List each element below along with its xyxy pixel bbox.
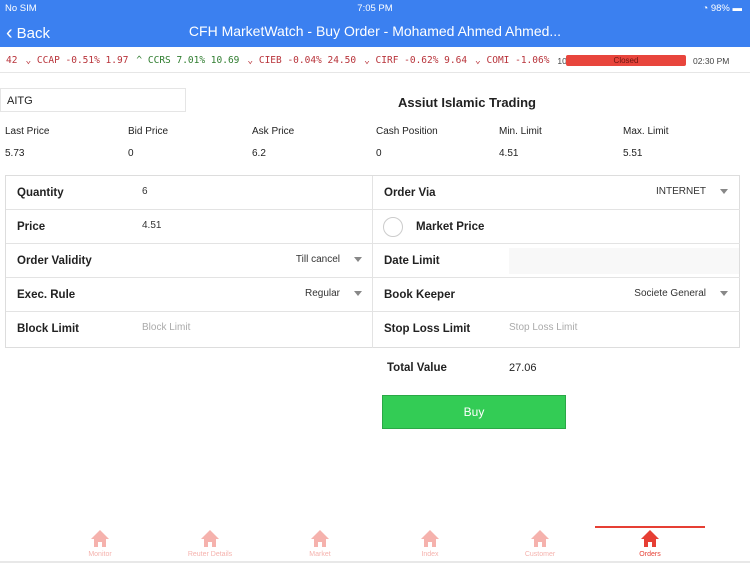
total-value-label: Total Value xyxy=(387,362,447,374)
info-label: Min. Limit xyxy=(499,126,542,137)
tab-reuter-details[interactable]: Reuter Details xyxy=(155,530,265,558)
dropdown-arrow-icon xyxy=(720,291,728,296)
price-row[interactable]: Price 4.51 xyxy=(6,210,372,244)
home-icon xyxy=(641,530,659,547)
info-label: Ask Price xyxy=(252,126,295,137)
stop-loss-row[interactable]: Stop Loss Limit Stop Loss Limit xyxy=(373,312,740,346)
dropdown-arrow-icon xyxy=(720,189,728,194)
battery: ◔ 98% ▬ xyxy=(702,3,742,14)
info-label: Cash Position xyxy=(376,126,438,137)
stop-loss-input[interactable]: Stop Loss Limit xyxy=(509,322,577,333)
tab-monitor[interactable]: Monitor xyxy=(45,530,155,558)
active-tab-indicator xyxy=(595,526,705,528)
symbol-input[interactable]: AITG xyxy=(0,88,186,112)
price-input[interactable]: 4.51 xyxy=(142,220,161,231)
ticker-item: ⌄ CIEB -0.04% 24.50 xyxy=(247,55,357,66)
order-form: Quantity 6 Price 4.51 Order Validity Til… xyxy=(5,175,740,348)
tab-index[interactable]: Index xyxy=(375,530,485,558)
divider xyxy=(0,72,750,73)
home-icon xyxy=(421,530,439,547)
order-via-select[interactable]: Order Via INTERNET xyxy=(373,176,740,210)
ticker: 42 ⌄ CCAP -0.51% 1.97 ^ CCRS 7.01% 10.69… xyxy=(6,55,593,66)
info-value: 5.73 xyxy=(5,148,25,159)
info-value: 0 xyxy=(376,148,382,159)
ticker-item: ⌄ COMI -1.06% xyxy=(475,55,550,66)
company-name: Assiut Islamic Trading xyxy=(398,95,536,110)
info-value: 4.51 xyxy=(499,148,519,159)
ticker-item: ⌄ CCAP -0.51% 1.97 xyxy=(25,55,129,66)
home-icon xyxy=(201,530,219,547)
info-value: 6.2 xyxy=(252,148,266,159)
dropdown-arrow-icon xyxy=(354,257,362,262)
block-limit-input[interactable]: Block Limit xyxy=(142,322,190,333)
market-status: Closed xyxy=(566,55,686,66)
ticker-item: 42 xyxy=(6,55,18,66)
tab-customer[interactable]: Customer xyxy=(485,530,595,558)
date-limit-row[interactable]: Date Limit xyxy=(373,244,740,278)
page-title: CFH MarketWatch - Buy Order - Mohamed Ah… xyxy=(188,23,562,39)
tab-market[interactable]: Market xyxy=(265,530,375,558)
ticker-item: ⌄ CIRF -0.62% 9.64 xyxy=(364,55,468,66)
block-limit-row[interactable]: Block Limit Block Limit xyxy=(6,312,372,346)
info-value: 5.51 xyxy=(623,148,643,159)
info-label: Bid Price xyxy=(128,126,169,137)
date-limit-input[interactable] xyxy=(509,248,739,274)
market-price-row[interactable]: Market Price xyxy=(373,210,740,244)
header: No SIM 7:05 PM ◔ 98% ▬ ‹ Back CFH MarketW… xyxy=(0,0,750,47)
close-time: 02:30 PM xyxy=(693,56,730,66)
info-label: Last Price xyxy=(5,126,50,137)
info-value: 0 xyxy=(128,148,134,159)
quantity-input[interactable]: 6 xyxy=(142,186,148,197)
exec-rule-select[interactable]: Exec. Rule Regular xyxy=(6,278,372,312)
tab-orders[interactable]: Orders xyxy=(595,530,705,558)
book-keeper-select[interactable]: Book Keeper Societe General xyxy=(373,278,740,312)
home-icon xyxy=(91,530,109,547)
home-icon xyxy=(311,530,329,547)
ticker-item: ^ CCRS 7.01% 10.69 xyxy=(136,55,240,66)
order-validity-select[interactable]: Order Validity Till cancel xyxy=(6,244,372,278)
home-icon xyxy=(531,530,549,547)
total-value: 27.06 xyxy=(509,362,537,374)
market-price-radio[interactable] xyxy=(383,217,403,237)
dropdown-arrow-icon xyxy=(354,291,362,296)
clock: 7:05 PM xyxy=(357,3,393,14)
quantity-row[interactable]: Quantity 6 xyxy=(6,176,372,210)
info-label: Max. Limit xyxy=(623,126,669,137)
buy-button[interactable]: Buy xyxy=(382,395,566,429)
